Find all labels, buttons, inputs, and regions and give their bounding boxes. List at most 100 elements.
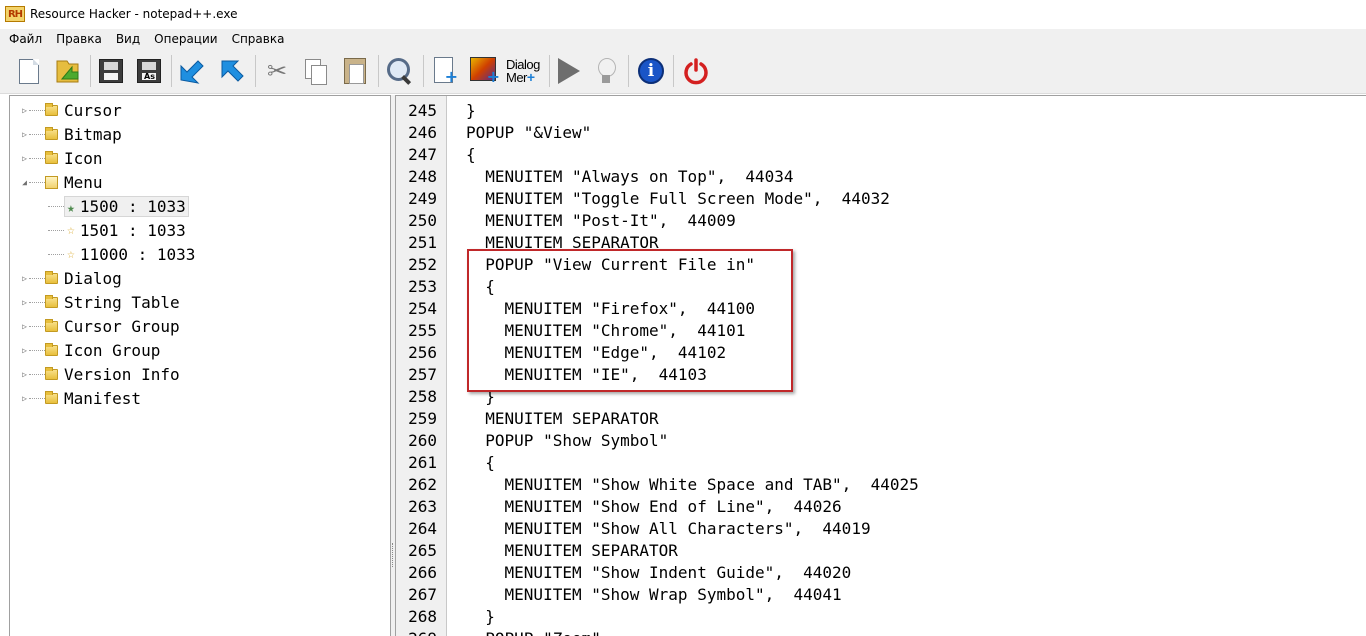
expand-triangle-icon[interactable]: ▷	[20, 274, 29, 283]
expand-triangle-icon[interactable]: ▷	[20, 130, 29, 139]
line-text[interactable]: {	[466, 452, 495, 474]
tree-item-menu-1500[interactable]: ★ 1500 : 1033	[48, 195, 189, 217]
line-text[interactable]: MENUITEM "Show All Characters", 44019	[466, 518, 871, 540]
splitter-grip[interactable]	[392, 543, 394, 567]
line-text[interactable]: }	[466, 386, 495, 408]
cut-button[interactable]: ✂	[261, 55, 293, 87]
code-line[interactable]: 269 POPUP "Zoom"	[396, 628, 1366, 636]
code-line[interactable]: 255 MENUITEM "Chrome", 44101	[396, 320, 1366, 342]
tree-item-cursor[interactable]: ▷ Cursor	[20, 99, 122, 121]
code-line[interactable]: 245}	[396, 100, 1366, 122]
code-line[interactable]: 251 MENUITEM SEPARATOR	[396, 232, 1366, 254]
code-line[interactable]: 253 {	[396, 276, 1366, 298]
tree-item-icon-group[interactable]: ▷ Icon Group	[20, 339, 160, 361]
line-text[interactable]: MENUITEM "Post-It", 44009	[466, 210, 735, 232]
line-text[interactable]: POPUP "&View"	[466, 122, 591, 144]
code-line[interactable]: 254 MENUITEM "Firefox", 44100	[396, 298, 1366, 320]
code-line[interactable]: 262 MENUITEM "Show White Space and TAB",…	[396, 474, 1366, 496]
expand-triangle-icon[interactable]: ▷	[20, 322, 29, 331]
code-line[interactable]: 252 POPUP "View Current File in"	[396, 254, 1366, 276]
about-button[interactable]: i	[635, 55, 667, 87]
open-file-button[interactable]	[52, 55, 84, 87]
copy-button[interactable]	[300, 55, 332, 87]
code-line[interactable]: 247 {	[396, 144, 1366, 166]
tree-item-icon[interactable]: ▷ Icon	[20, 147, 102, 169]
paste-button[interactable]	[339, 55, 371, 87]
code-line[interactable]: 250 MENUITEM "Post-It", 44009	[396, 210, 1366, 232]
code-line[interactable]: 263 MENUITEM "Show End of Line", 44026	[396, 496, 1366, 518]
add-image-resource-button[interactable]: +	[469, 55, 501, 87]
exit-button[interactable]	[680, 55, 712, 87]
code-line[interactable]: 267 MENUITEM "Show Wrap Symbol", 44041	[396, 584, 1366, 606]
code-line[interactable]: 258 }	[396, 386, 1366, 408]
star-icon: ★	[67, 200, 75, 216]
line-text[interactable]: MENUITEM "Chrome", 44101	[466, 320, 746, 342]
search-icon	[385, 56, 415, 86]
line-text[interactable]: MENUITEM "Firefox", 44100	[466, 298, 755, 320]
code-line[interactable]: 265 MENUITEM SEPARATOR	[396, 540, 1366, 562]
tree-item-cursor-group[interactable]: ▷ Cursor Group	[20, 315, 180, 337]
line-text[interactable]: MENUITEM "Toggle Full Screen Mode", 4403…	[466, 188, 890, 210]
expand-triangle-icon[interactable]: ▷	[20, 394, 29, 403]
tree-item-version-info[interactable]: ▷ Version Info	[20, 363, 180, 385]
expand-triangle-icon[interactable]: ▷	[20, 370, 29, 379]
line-text[interactable]: POPUP "Show Symbol"	[466, 430, 668, 452]
dialog-merger-button[interactable]: Dialog Mer+	[506, 55, 546, 87]
line-text[interactable]: MENUITEM "Show Wrap Symbol", 44041	[466, 584, 842, 606]
tree-item-menu-11000[interactable]: ☆ 11000 : 1033	[48, 243, 195, 265]
new-file-button[interactable]	[13, 55, 45, 87]
collapse-triangle-icon[interactable]: ◢	[20, 178, 29, 187]
line-text[interactable]: MENUITEM SEPARATOR	[466, 540, 678, 562]
menu-help[interactable]: Справка	[232, 32, 285, 46]
save-button[interactable]	[95, 55, 127, 87]
code-line[interactable]: 266 MENUITEM "Show Indent Guide", 44020	[396, 562, 1366, 584]
line-text[interactable]: MENUITEM "Show White Space and TAB", 440…	[466, 474, 919, 496]
code-line[interactable]: 256 MENUITEM "Edge", 44102	[396, 342, 1366, 364]
line-text[interactable]: {	[466, 276, 495, 298]
code-line[interactable]: 268 }	[396, 606, 1366, 628]
line-number: 261	[408, 453, 437, 472]
tree-item-manifest[interactable]: ▷ Manifest	[20, 387, 141, 409]
add-resource-button[interactable]: +	[429, 55, 461, 87]
save-as-button[interactable]: As	[133, 55, 165, 87]
tree-item-dialog[interactable]: ▷ Dialog	[20, 267, 122, 289]
code-line[interactable]: 264 MENUITEM "Show All Characters", 4401…	[396, 518, 1366, 540]
expand-triangle-icon[interactable]: ▷	[20, 346, 29, 355]
expand-triangle-icon[interactable]: ▷	[20, 106, 29, 115]
find-button[interactable]	[384, 55, 416, 87]
expand-triangle-icon[interactable]: ▷	[20, 298, 29, 307]
line-text[interactable]: MENUITEM SEPARATOR	[466, 408, 658, 430]
code-line[interactable]: 246 POPUP "&View"	[396, 122, 1366, 144]
line-text[interactable]: MENUITEM "Show End of Line", 44026	[466, 496, 842, 518]
line-text[interactable]: }	[466, 100, 476, 122]
line-text[interactable]: MENUITEM "Show Indent Guide", 44020	[466, 562, 852, 584]
line-text[interactable]: MENUITEM SEPARATOR	[466, 232, 658, 254]
tree-item-menu[interactable]: ◢ Menu	[20, 171, 102, 193]
line-text[interactable]: POPUP "Zoom"	[466, 628, 601, 636]
line-text[interactable]: MENUITEM "Always on Top", 44034	[466, 166, 793, 188]
code-line[interactable]: 249 MENUITEM "Toggle Full Screen Mode", …	[396, 188, 1366, 210]
code-line[interactable]: 259 MENUITEM SEPARATOR	[396, 408, 1366, 430]
tree-item-string-table[interactable]: ▷ String Table	[20, 291, 180, 313]
compile-button[interactable]	[176, 55, 208, 87]
code-line[interactable]: 248 MENUITEM "Always on Top", 44034	[396, 166, 1366, 188]
line-text[interactable]: {	[466, 144, 476, 166]
line-text[interactable]: MENUITEM "Edge", 44102	[466, 342, 727, 364]
run-button[interactable]	[553, 55, 585, 87]
line-text[interactable]: }	[466, 606, 495, 628]
line-text[interactable]: MENUITEM "IE", 44103	[466, 364, 707, 386]
menu-action[interactable]: Операции	[154, 32, 217, 46]
menu-edit[interactable]: Правка	[56, 32, 102, 46]
go-to-button[interactable]	[216, 55, 248, 87]
expand-triangle-icon[interactable]: ▷	[20, 154, 29, 163]
code-line[interactable]: 260 POPUP "Show Symbol"	[396, 430, 1366, 452]
menu-file[interactable]: Файл	[9, 32, 42, 46]
line-text[interactable]: POPUP "View Current File in"	[466, 254, 755, 276]
script-editor[interactable]: 245} 246 POPUP "&View" 247{248 MENUITEM "Al…	[395, 95, 1366, 636]
code-line[interactable]: 261 {	[396, 452, 1366, 474]
menu-view[interactable]: Вид	[116, 32, 140, 46]
tree-item-menu-1501[interactable]: ☆ 1501 : 1033	[48, 219, 186, 241]
hint-button[interactable]	[590, 55, 622, 87]
code-line[interactable]: 257 MENUITEM "IE", 44103	[396, 364, 1366, 386]
tree-item-bitmap[interactable]: ▷ Bitmap	[20, 123, 122, 145]
